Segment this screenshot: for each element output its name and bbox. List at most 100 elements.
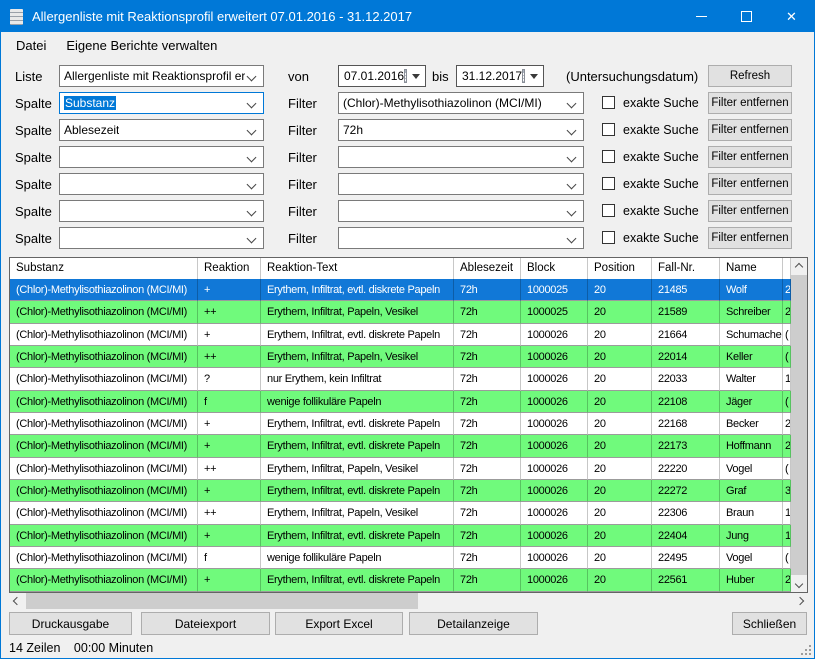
cell-name: Jung xyxy=(720,525,783,547)
filter-entfernen-button-6[interactable]: Filter entfernen xyxy=(708,227,792,249)
spalte-combobox-5[interactable] xyxy=(59,200,264,222)
exakte-suche-checkbox-4[interactable] xyxy=(602,177,615,190)
filter-entfernen-button-1[interactable]: Filter entfernen xyxy=(708,92,792,114)
untersuchungsdatum-note: (Untersuchungsdatum) xyxy=(566,69,698,84)
scroll-right-button[interactable] xyxy=(792,593,808,609)
von-date-input[interactable]: 07.01.2016 xyxy=(338,65,426,87)
druckausgabe-button[interactable]: Druckausgabe xyxy=(9,612,132,635)
exakte-suche-checkbox-2[interactable] xyxy=(602,123,615,136)
exakte-suche-checkbox-6[interactable] xyxy=(602,231,615,244)
schliessen-button[interactable]: Schließen xyxy=(732,612,807,635)
filter-entfernen-button-4[interactable]: Filter entfernen xyxy=(708,173,792,195)
col-reaktion[interactable]: Reaktion xyxy=(198,258,261,279)
cell-name: Hoffmann xyxy=(720,435,783,457)
cell-substanz: (Chlor)-Methylisothiazolinon (MCI/MI) xyxy=(10,547,198,569)
cell-fall-nr: 21589 xyxy=(652,301,720,323)
table-row[interactable]: (Chlor)-Methylisothiazolinon (MCI/MI) ++… xyxy=(10,346,791,368)
window-title: Allergenliste mit Reaktionsprofil erweit… xyxy=(32,9,412,24)
filter-combobox-2[interactable]: 72h xyxy=(338,119,584,141)
col-fall-nr[interactable]: Fall-Nr. xyxy=(652,258,720,279)
spalte-combobox-2[interactable]: Ablesezeit xyxy=(59,119,264,141)
scroll-left-button[interactable] xyxy=(9,593,25,609)
cell-block: 1000026 xyxy=(521,435,588,457)
spalte-combobox-6[interactable] xyxy=(59,227,264,249)
col-ablesezeit[interactable]: Ablesezeit xyxy=(454,258,521,279)
exakte-suche-checkbox-3[interactable] xyxy=(602,150,615,163)
table-row[interactable]: (Chlor)-Methylisothiazolinon (MCI/MI) ++… xyxy=(10,458,791,480)
cell-position: 20 xyxy=(588,279,652,301)
table-row[interactable]: (Chlor)-Methylisothiazolinon (MCI/MI) ++… xyxy=(10,301,791,323)
filter-combobox-4[interactable] xyxy=(338,173,584,195)
refresh-button[interactable]: Refresh xyxy=(708,65,792,87)
filter-entfernen-button-3[interactable]: Filter entfernen xyxy=(708,146,792,168)
table-row[interactable]: (Chlor)-Methylisothiazolinon (MCI/MI) + … xyxy=(10,480,791,502)
table-row[interactable]: (Chlor)-Methylisothiazolinon (MCI/MI) ? … xyxy=(10,368,791,390)
liste-combobox[interactable]: Allergenliste mit Reaktionsprofil erweit… xyxy=(59,65,264,87)
dateiexport-button[interactable]: Dateiexport xyxy=(141,612,270,635)
table-row[interactable]: (Chlor)-Methylisothiazolinon (MCI/MI) f … xyxy=(10,547,791,569)
table-row[interactable]: (Chlor)-Methylisothiazolinon (MCI/MI) + … xyxy=(10,525,791,547)
resize-grip-icon[interactable] xyxy=(798,642,812,656)
table-row[interactable]: (Chlor)-Methylisothiazolinon (MCI/MI) ++… xyxy=(10,502,791,524)
spalte-combobox-1[interactable]: Substanz xyxy=(59,92,264,114)
close-button[interactable]: ✕ xyxy=(769,1,814,32)
spalte-combobox-4[interactable] xyxy=(59,173,264,195)
table-row[interactable]: (Chlor)-Methylisothiazolinon (MCI/MI) + … xyxy=(10,435,791,457)
cell-substanz: (Chlor)-Methylisothiazolinon (MCI/MI) xyxy=(10,279,198,301)
chevron-left-icon xyxy=(13,597,21,605)
table-row[interactable]: (Chlor)-Methylisothiazolinon (MCI/MI) + … xyxy=(10,569,791,591)
minimize-icon xyxy=(696,16,707,17)
chevron-down-icon xyxy=(795,579,803,587)
filter-entfernen-button-5[interactable]: Filter entfernen xyxy=(708,200,792,222)
table-row[interactable]: (Chlor)-Methylisothiazolinon (MCI/MI) f … xyxy=(10,391,791,413)
table-row[interactable]: (Chlor)-Methylisothiazolinon (MCI/MI) + … xyxy=(10,279,791,301)
menu-eigene-berichte[interactable]: Eigene Berichte verwalten xyxy=(56,34,227,57)
filter-combobox-1[interactable]: (Chlor)-Methylisothiazolinon (MCI/MI) xyxy=(338,92,584,114)
cell-reaktion-text: Erythem, Infiltrat, evtl. diskrete Papel… xyxy=(261,324,454,346)
col-reaktion-text[interactable]: Reaktion-Text xyxy=(261,258,454,279)
spalte-combobox-3[interactable] xyxy=(59,146,264,168)
spalte-label: Spalte xyxy=(15,231,52,246)
exakte-suche-checkbox-1[interactable] xyxy=(602,96,615,109)
vertical-scrollbar[interactable] xyxy=(791,258,807,592)
cell-block: 1000026 xyxy=(521,525,588,547)
table-row[interactable]: (Chlor)-Methylisothiazolinon (MCI/MI) + … xyxy=(10,413,791,435)
cell-position: 20 xyxy=(588,435,652,457)
filter-label: Filter xyxy=(288,150,317,165)
exakte-suche-checkbox-5[interactable] xyxy=(602,204,615,217)
cell-clipped: ( xyxy=(783,458,791,480)
cell-name: Vogel xyxy=(720,458,783,480)
filter-combobox-3[interactable] xyxy=(338,146,584,168)
col-position[interactable]: Position xyxy=(588,258,652,279)
cell-reaktion: ++ xyxy=(198,502,261,524)
maximize-button[interactable] xyxy=(724,1,769,32)
horizontal-scrollbar[interactable] xyxy=(9,593,808,609)
table-row[interactable]: (Chlor)-Methylisothiazolinon (MCI/MI) + … xyxy=(10,324,791,346)
cell-fall-nr: 22168 xyxy=(652,413,720,435)
bis-date-input[interactable]: 31.12.2017 xyxy=(456,65,544,87)
chevron-down-icon xyxy=(567,180,577,190)
filter-combobox-6[interactable] xyxy=(338,227,584,249)
minimize-button[interactable] xyxy=(679,1,724,32)
filter-entfernen-button-2[interactable]: Filter entfernen xyxy=(708,119,792,141)
col-clipped xyxy=(783,258,791,279)
cell-substanz: (Chlor)-Methylisothiazolinon (MCI/MI) xyxy=(10,569,198,591)
chevron-up-icon xyxy=(795,262,803,270)
cell-fall-nr: 22306 xyxy=(652,502,720,524)
scroll-down-button[interactable] xyxy=(791,575,807,592)
menu-datei[interactable]: Datei xyxy=(6,34,56,57)
filter-combobox-5[interactable] xyxy=(338,200,584,222)
export-excel-button[interactable]: Export Excel xyxy=(275,612,403,635)
col-name[interactable]: Name xyxy=(720,258,783,279)
cell-clipped: ( xyxy=(783,346,791,368)
cell-block: 1000026 xyxy=(521,547,588,569)
detailanzeige-button[interactable]: Detailanzeige xyxy=(409,612,538,635)
col-block[interactable]: Block xyxy=(521,258,588,279)
spalte-label: Spalte xyxy=(15,96,52,111)
horizontal-scroll-thumb[interactable] xyxy=(26,593,418,609)
window-controls: ✕ xyxy=(679,1,814,32)
col-substanz[interactable]: Substanz xyxy=(10,258,198,279)
scroll-up-button[interactable] xyxy=(791,258,807,275)
cell-name: Huber xyxy=(720,569,783,591)
cell-fall-nr: 22561 xyxy=(652,569,720,591)
